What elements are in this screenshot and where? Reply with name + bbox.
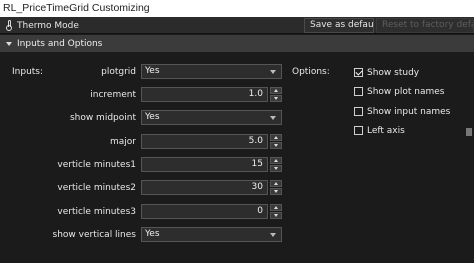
verticle-minutes2-input[interactable]: 30 <box>141 180 268 195</box>
thermo-mode-label: Thermo Mode <box>17 20 79 31</box>
window-title: RL_PriceTimeGrid Customizing <box>3 2 150 14</box>
major-down-icon[interactable] <box>270 142 282 149</box>
verticle-minutes3-input[interactable]: 0 <box>141 204 268 219</box>
chevron-down-icon <box>6 41 12 46</box>
show-vertical-lines-value: Yes <box>145 229 160 239</box>
verticle-minutes2-stepper[interactable] <box>270 180 282 195</box>
verticle-minutes1-label: verticle minutes1 <box>57 160 136 170</box>
show-study-option[interactable]: Show study <box>354 67 419 78</box>
major-value: 5.0 <box>248 136 263 146</box>
show-midpoint-label: show midpoint <box>69 113 136 123</box>
verticle-minutes3-label: verticle minutes3 <box>57 207 136 217</box>
thermo-mode-button[interactable]: Thermo Mode <box>6 19 79 32</box>
thermometer-icon <box>6 20 12 31</box>
customizing-window: RL_PriceTimeGrid Customizing Thermo Mode… <box>0 0 474 263</box>
inputs-group-label: Inputs: <box>12 67 44 77</box>
verticle-minutes2-label: verticle minutes2 <box>57 183 136 193</box>
verticle-minutes3-stepper[interactable] <box>270 204 282 219</box>
major-stepper[interactable] <box>270 134 282 149</box>
inputs-options-section-header[interactable]: Inputs and Options <box>0 35 474 52</box>
plotgrid-label: plotgrid <box>101 67 136 77</box>
increment-up-icon[interactable] <box>270 87 282 94</box>
show-input-names-checkbox[interactable] <box>354 107 363 116</box>
chevron-down-icon <box>270 70 276 74</box>
verticle-minutes1-up-icon[interactable] <box>270 157 282 164</box>
verticle-minutes2-up-icon[interactable] <box>270 180 282 187</box>
verticle-minutes2-down-icon[interactable] <box>270 188 282 195</box>
chevron-down-icon <box>270 116 276 120</box>
reset-factory-defaults-button[interactable]: Reset to factory defaults <box>376 18 474 33</box>
verticle-minutes3-down-icon[interactable] <box>270 212 282 219</box>
increment-value: 1.0 <box>248 89 263 99</box>
major-input[interactable]: 5.0 <box>141 134 268 149</box>
show-input-names-label: Show input names <box>367 106 451 117</box>
increment-stepper[interactable] <box>270 87 282 102</box>
show-vertical-lines-label: show vertical lines <box>52 230 136 240</box>
increment-label: increment <box>90 90 136 100</box>
show-plot-names-checkbox[interactable] <box>354 87 363 96</box>
save-as-default-button[interactable]: Save as default <box>304 18 374 33</box>
left-axis-option[interactable]: Left axis <box>354 125 405 136</box>
plotgrid-dropdown[interactable]: Yes <box>141 64 282 79</box>
left-axis-label: Left axis <box>367 125 405 136</box>
options-group-label: Options: <box>292 67 330 77</box>
show-study-label: Show study <box>367 67 420 78</box>
verticle-minutes1-value: 15 <box>251 159 263 169</box>
plotgrid-value: Yes <box>145 66 160 76</box>
verticle-minutes1-input[interactable]: 15 <box>141 157 268 172</box>
increment-input[interactable]: 1.0 <box>141 87 268 102</box>
show-vertical-lines-dropdown[interactable]: Yes <box>141 227 282 242</box>
verticle-minutes3-value: 0 <box>257 206 263 216</box>
show-plot-names-option[interactable]: Show plot names <box>354 86 444 97</box>
show-midpoint-dropdown[interactable]: Yes <box>141 110 282 125</box>
verticle-minutes1-stepper[interactable] <box>270 157 282 172</box>
section-title: Inputs and Options <box>17 38 103 49</box>
left-axis-checkbox[interactable] <box>354 126 363 135</box>
verticle-minutes3-up-icon[interactable] <box>270 204 282 211</box>
show-plot-names-label: Show plot names <box>367 86 445 97</box>
increment-down-icon[interactable] <box>270 95 282 102</box>
title-bar: RL_PriceTimeGrid Customizing <box>0 0 474 17</box>
verticle-minutes1-down-icon[interactable] <box>270 165 282 172</box>
toolbar: Thermo Mode Save as default Reset to fac… <box>0 17 474 34</box>
show-input-names-option[interactable]: Show input names <box>354 106 450 117</box>
show-study-checkbox[interactable] <box>354 68 363 77</box>
major-up-icon[interactable] <box>270 134 282 141</box>
chevron-down-icon <box>270 233 276 237</box>
show-midpoint-value: Yes <box>145 112 160 122</box>
verticle-minutes2-value: 30 <box>251 182 263 192</box>
scrollbar-thumb[interactable] <box>466 128 472 136</box>
major-label: major <box>110 137 136 147</box>
